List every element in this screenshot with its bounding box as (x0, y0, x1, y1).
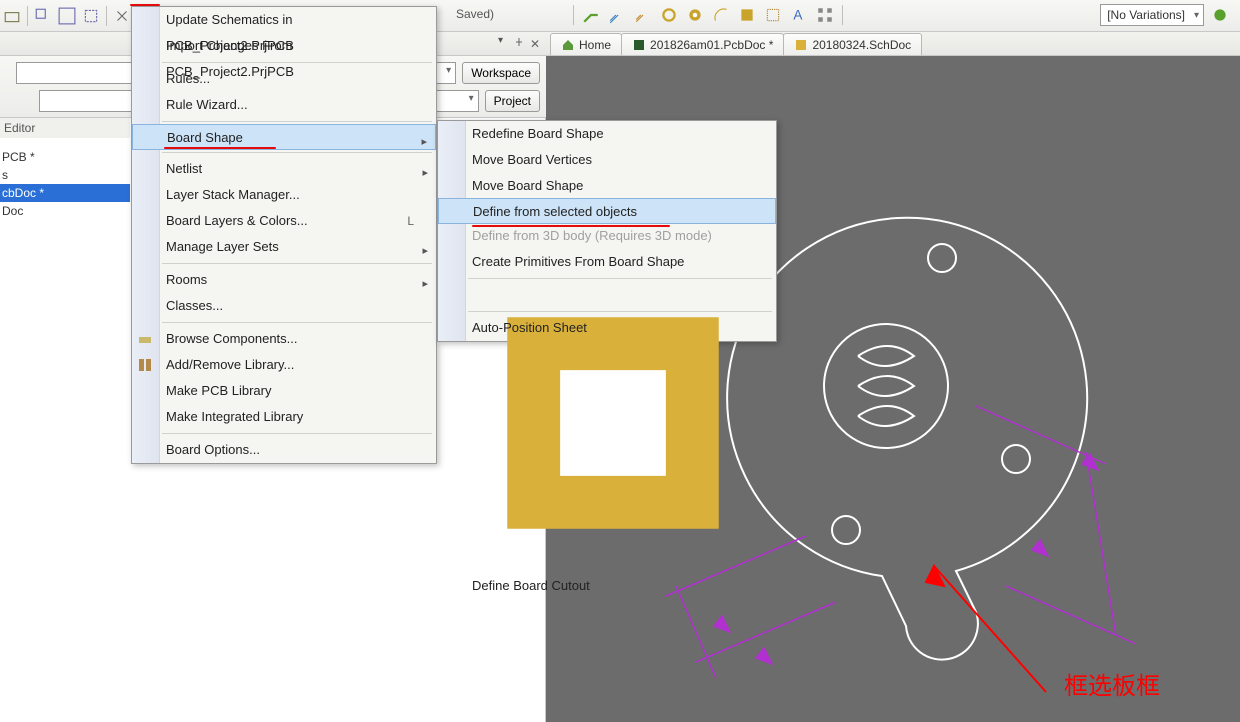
panel-menu-icon[interactable]: ▾ (498, 35, 508, 53)
pcb-doc-icon (632, 38, 646, 52)
tree-row-item[interactable]: Doc (0, 202, 130, 220)
tool-zoom-fit-icon[interactable] (57, 6, 77, 26)
panel-close-icon[interactable]: ✕ (530, 37, 540, 51)
tool-route-icon[interactable] (581, 5, 601, 25)
board-shape-submenu: Redefine Board Shape Move Board Vertices… (437, 120, 777, 342)
menu-update-schematics[interactable]: Update Schematics in PCB_Project2.PrjPCB (132, 7, 436, 33)
menu-rooms[interactable]: Rooms (132, 267, 436, 293)
tool-zoom-sel-icon[interactable] (81, 6, 101, 26)
tool-array-icon[interactable] (815, 5, 835, 25)
tool-fill-icon[interactable] (737, 5, 757, 25)
menu-rules[interactable]: Rules... (132, 66, 436, 92)
tool-cut-icon[interactable] (112, 6, 132, 26)
menu-layer-stack[interactable]: Layer Stack Manager... (132, 182, 436, 208)
shortcut-label: L (407, 208, 414, 234)
variations-dropdown[interactable]: [No Variations] (1100, 4, 1204, 26)
design-menu: Update Schematics in PCB_Project2.PrjPCB… (131, 6, 437, 464)
workspace-button[interactable]: Workspace (462, 62, 540, 84)
projects-tree[interactable]: PCB * s cbDoc * Doc (0, 148, 130, 220)
sch-doc-icon (794, 38, 808, 52)
annotation-text: 框选板框 (1064, 666, 1160, 701)
tool-open-icon[interactable] (2, 6, 22, 26)
menu-add-remove-library[interactable]: Add/Remove Library... (132, 352, 436, 378)
submenu-define-from-selected[interactable]: Define from selected objects (438, 198, 776, 224)
submenu-move-board-vertices[interactable]: Move Board Vertices (438, 147, 776, 173)
cutout-icon (472, 552, 754, 567)
tab-schdoc[interactable]: 20180324.SchDoc (783, 33, 922, 55)
library-icon (137, 356, 153, 372)
submenu-auto-position-sheet[interactable]: Auto-Position Sheet (438, 315, 776, 341)
tab-pcbdoc[interactable]: 201826am01.PcbDoc * (621, 33, 784, 55)
submenu-create-primitives[interactable]: Create Primitives From Board Shape (438, 249, 776, 275)
tree-row-selected[interactable]: cbDoc * (0, 184, 130, 202)
panel-pin-icon[interactable] (512, 37, 526, 51)
menu-classes[interactable]: Classes... (132, 293, 436, 319)
menu-make-pcb-library[interactable]: Make PCB Library (132, 378, 436, 404)
menu-rule-wizard[interactable]: Rule Wizard... (132, 92, 436, 118)
tab-schdoc-label: 20180324.SchDoc (812, 35, 911, 55)
tab-pcbdoc-label: 201826am01.PcbDoc * (650, 35, 773, 55)
home-icon (561, 38, 575, 52)
tool-text-icon[interactable]: A (789, 5, 809, 25)
menu-board-options[interactable]: Board Options... (132, 437, 436, 463)
project-button[interactable]: Project (485, 90, 540, 112)
tab-home[interactable]: Home (550, 33, 622, 55)
submenu-redefine-board-shape[interactable]: Redefine Board Shape (438, 121, 776, 147)
menu-browse-components[interactable]: Browse Components... (132, 326, 436, 352)
tool-poly-icon[interactable] (763, 5, 783, 25)
components-icon (137, 330, 153, 346)
menu-board-layers[interactable]: Board Layers & Colors...L (132, 208, 436, 234)
document-tab-bar: Home 201826am01.PcbDoc * 20180324.SchDoc (546, 32, 1240, 56)
tool-variation-apply-icon[interactable] (1210, 5, 1230, 25)
editor-label: Editor (0, 118, 130, 138)
tool-route-diff-icon[interactable] (607, 5, 627, 25)
menu-make-integrated-library[interactable]: Make Integrated Library (132, 404, 436, 430)
tree-row-project[interactable]: PCB * (0, 148, 130, 166)
tree-row-item[interactable]: s (0, 166, 130, 184)
submenu-move-board-shape[interactable]: Move Board Shape (438, 173, 776, 199)
tool-arc-icon[interactable] (711, 5, 731, 25)
tool-pad-icon[interactable] (659, 5, 679, 25)
svg-text:A: A (793, 8, 802, 23)
tool-zoom-area-icon[interactable] (33, 6, 53, 26)
submenu-define-board-cutout[interactable]: Define Board Cutout (438, 282, 776, 308)
tab-home-label: Home (579, 35, 611, 55)
menu-manage-layer-sets[interactable]: Manage Layer Sets (132, 234, 436, 260)
menu-netlist[interactable]: Netlist (132, 156, 436, 182)
saved-status-label: Saved) (456, 7, 494, 21)
tool-via-icon[interactable] (685, 5, 705, 25)
menu-import-changes[interactable]: Import Changes From PCB_Project2.PrjPCB (132, 33, 436, 59)
tool-route-multi-icon[interactable] (633, 5, 653, 25)
